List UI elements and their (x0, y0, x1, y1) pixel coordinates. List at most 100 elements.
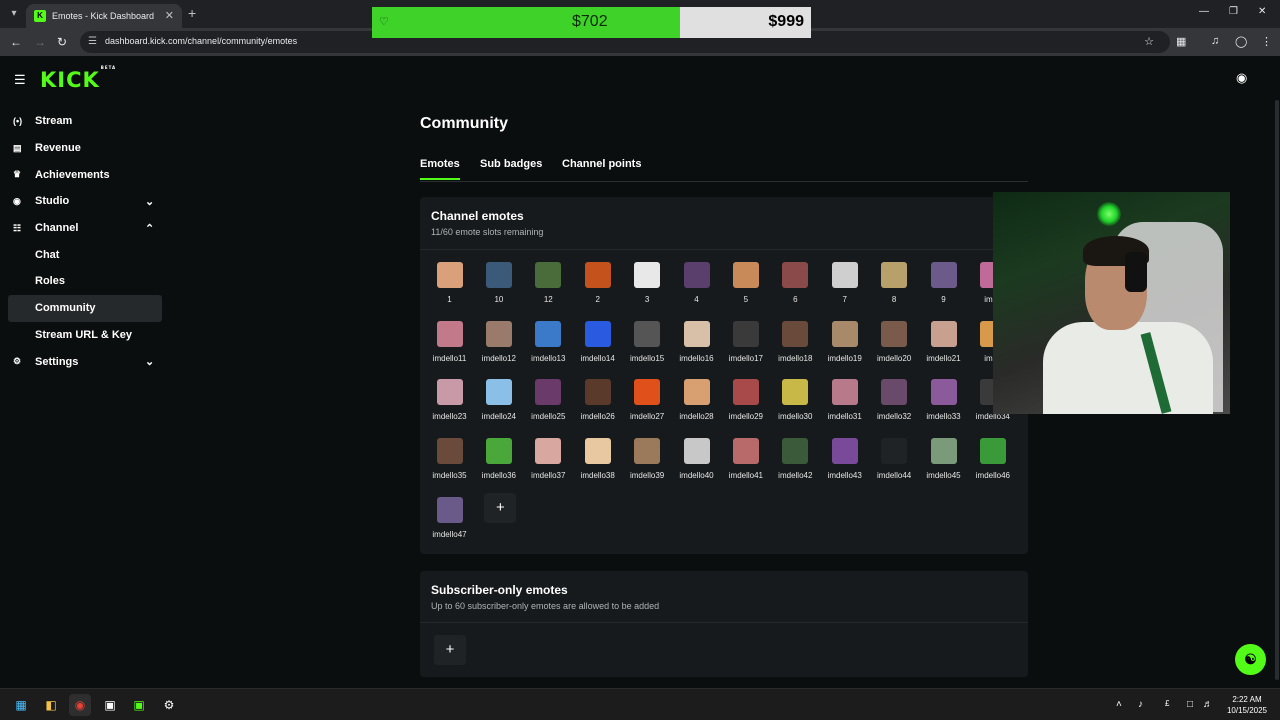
emote-item[interactable]: imdello35 (425, 434, 474, 488)
emote-item[interactable]: imdello32 (870, 375, 919, 429)
page-scrollbar[interactable] (1275, 100, 1279, 680)
sidebar-item-channel[interactable]: ☷ Channel ⌃ (0, 215, 170, 242)
sidebar-item-chat[interactable]: Chat (0, 241, 170, 268)
profile-icon[interactable]: ◯ (1235, 35, 1247, 48)
windows-start-icon[interactable]: ▦ (10, 694, 32, 716)
emote-image (436, 320, 463, 347)
sidebar-item-achievements[interactable]: ♛ Achievements (0, 161, 170, 188)
emote-item[interactable]: imdello15 (623, 317, 672, 371)
emote-item[interactable]: imdello38 (573, 434, 622, 488)
emote-item[interactable]: 2 (573, 258, 622, 312)
chrome-icon[interactable]: ◉ (69, 694, 91, 716)
chevron-up-icon[interactable]: ⌃ (145, 222, 154, 235)
sidebar-item-revenue[interactable]: ▤ Revenue (0, 135, 170, 162)
extensions-icon[interactable]: ▦ (1176, 35, 1186, 48)
window-close-icon[interactable]: ✕ (1258, 6, 1266, 17)
emote-item[interactable]: imdello41 (721, 434, 770, 488)
new-tab-icon[interactable]: + (188, 5, 196, 21)
emote-item[interactable]: imdello45 (919, 434, 968, 488)
emote-item[interactable]: imdello11 (425, 317, 474, 371)
sidebar-item-stream[interactable]: (•) Stream (0, 108, 170, 135)
emote-item[interactable]: imdello19 (820, 317, 869, 371)
emote-item[interactable]: 1 (425, 258, 474, 312)
close-icon[interactable]: ✕ (165, 9, 174, 22)
add-subscriber-emote-button[interactable]: + (434, 635, 466, 665)
emote-item[interactable]: imdello42 (771, 434, 820, 488)
emote-item[interactable]: imdello43 (820, 434, 869, 488)
emote-item[interactable]: imdello18 (771, 317, 820, 371)
tab-list-icon[interactable]: ▾ (6, 6, 22, 22)
emote-item[interactable]: imdello26 (573, 375, 622, 429)
file-explorer-icon[interactable]: ◧ (40, 694, 62, 716)
emote-item[interactable]: imdello29 (721, 375, 770, 429)
emote-item[interactable]: imdello28 (672, 375, 721, 429)
emote-item[interactable]: imdello39 (623, 434, 672, 488)
emote-item[interactable]: imdello30 (771, 375, 820, 429)
emote-item[interactable]: imdello47 (425, 493, 474, 547)
forward-icon[interactable]: → (34, 35, 46, 49)
kick-logo[interactable]: KICKBETA (40, 65, 116, 92)
app-icon-2[interactable]: ▣ (128, 694, 150, 716)
emote-item[interactable]: imdello27 (623, 375, 672, 429)
microphone-icon[interactable]: ♪ (1138, 699, 1143, 710)
url-text[interactable]: dashboard.kick.com/channel/community/emo… (105, 36, 297, 46)
emote-item[interactable]: imdello12 (474, 317, 523, 371)
emote-item[interactable]: imdello20 (870, 317, 919, 371)
site-info-icon[interactable]: ☰ (88, 36, 97, 47)
reload-icon[interactable]: ↻ (57, 35, 67, 49)
sidebar-item-community[interactable]: Community (8, 294, 162, 322)
emote-item[interactable]: imdello14 (573, 317, 622, 371)
user-avatar-icon[interactable]: ◉ (1236, 70, 1247, 86)
browser-tab[interactable]: K Emotes - Kick Dashboard ✕ (26, 4, 182, 28)
emote-item[interactable]: 12 (524, 258, 573, 312)
emote-item[interactable]: imdello40 (672, 434, 721, 488)
sidebar-item-roles[interactable]: Roles (0, 268, 170, 295)
emote-item[interactable]: imdello37 (524, 434, 573, 488)
emote-item[interactable]: imdello44 (870, 434, 919, 488)
maximize-icon[interactable]: ❐ (1229, 6, 1238, 17)
volume-icon[interactable]: ♬ (1203, 699, 1213, 710)
media-icon[interactable]: ♫ (1211, 35, 1219, 47)
emote-item[interactable]: imdello17 (721, 317, 770, 371)
emote-item[interactable]: 7 (820, 258, 869, 312)
sidebar-item-studio[interactable]: ◉ Studio ⌄ (0, 188, 170, 215)
emote-item[interactable]: imdello23 (425, 375, 474, 429)
sidebar-item-settings[interactable]: ⚙ Settings ⌄ (0, 348, 170, 375)
emote-item[interactable]: imdello13 (524, 317, 573, 371)
emote-item[interactable]: imdello31 (820, 375, 869, 429)
emote-item[interactable]: 9 (919, 258, 968, 312)
back-icon[interactable]: ← (10, 35, 22, 49)
language-icon[interactable]: £ (1165, 699, 1169, 708)
chevron-down-icon[interactable]: ⌄ (145, 355, 154, 368)
tab-channel-points[interactable]: Channel points (562, 158, 641, 170)
emote-item[interactable]: imdello21 (919, 317, 968, 371)
emote-item[interactable]: imdello33 (919, 375, 968, 429)
emote-item[interactable]: imdello16 (672, 317, 721, 371)
emote-item[interactable]: imdello36 (474, 434, 523, 488)
emote-item[interactable]: imdello24 (474, 375, 523, 429)
app-icon[interactable]: ▣ (99, 694, 121, 716)
emote-image (732, 438, 759, 465)
emote-item[interactable]: 8 (870, 258, 919, 312)
add-emote-button[interactable]: + (484, 492, 517, 523)
emote-item[interactable]: 3 (623, 258, 672, 312)
app-icon-3[interactable]: ⚙ (158, 694, 180, 716)
minimize-icon[interactable]: — (1199, 6, 1209, 17)
chevron-down-icon[interactable]: ⌄ (145, 195, 154, 208)
emote-item[interactable]: imdello46 (968, 434, 1017, 488)
sidebar-item-stream-url-key[interactable]: Stream URL & Key (0, 322, 170, 349)
emote-item[interactable]: 10 (474, 258, 523, 312)
tab-emotes[interactable]: Emotes (420, 158, 460, 180)
emote-item[interactable]: 5 (721, 258, 770, 312)
star-icon[interactable]: ☆ (1144, 35, 1154, 48)
menu-icon[interactable]: ⋮ (1261, 35, 1272, 48)
help-chat-button[interactable]: ☯ (1235, 644, 1266, 675)
network-icon[interactable]: □ (1187, 699, 1193, 710)
emote-item[interactable]: imdello25 (524, 375, 573, 429)
taskbar-clock[interactable]: 2:22 AM 10/15/2025 (1222, 694, 1272, 716)
emote-item[interactable]: 6 (771, 258, 820, 312)
tray-overflow-icon[interactable]: ˄ (1116, 699, 1122, 710)
hamburger-menu-icon[interactable]: ☰ (14, 72, 26, 88)
tab-sub-badges[interactable]: Sub badges (480, 158, 542, 170)
emote-item[interactable]: 4 (672, 258, 721, 312)
